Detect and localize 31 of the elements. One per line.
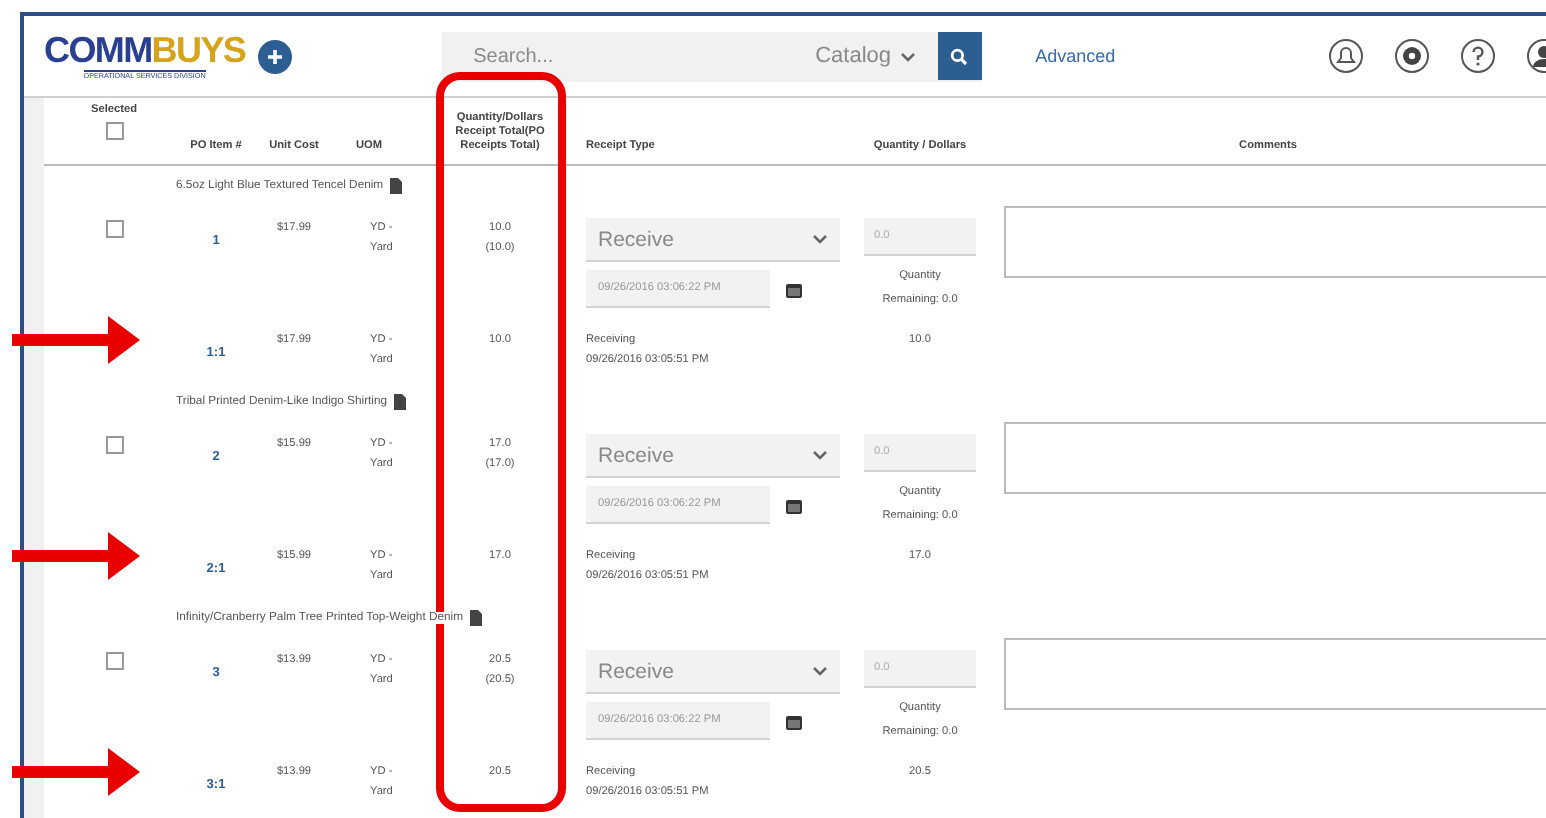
calendar-icon[interactable] [786, 713, 802, 729]
receipt-type-dropdown[interactable]: Receive [586, 434, 840, 478]
catalog-dropdown[interactable]: Catalog [781, 44, 928, 68]
chevron-down-icon [812, 666, 828, 676]
comments-field[interactable] [1004, 422, 1546, 494]
settings-icon[interactable] [1394, 38, 1430, 74]
select-all-checkbox[interactable] [105, 122, 123, 140]
chevron-down-icon [812, 450, 828, 460]
comments-field[interactable] [1004, 206, 1546, 278]
document-icon [469, 610, 482, 626]
add-button[interactable] [257, 39, 292, 73]
logo-wordmark: COMMBUYS [44, 30, 246, 70]
chevron-down-icon [899, 51, 916, 61]
search-button[interactable] [937, 32, 982, 80]
help-icon[interactable] [1460, 38, 1496, 74]
calendar-icon[interactable] [786, 497, 802, 513]
receipt-type-dropdown[interactable]: Receive [586, 218, 840, 262]
search-field[interactable]: Search... Catalog [441, 31, 982, 81]
advanced-link[interactable]: Advanced [1035, 46, 1116, 66]
row-checkbox[interactable] [105, 436, 123, 454]
search-icon [950, 47, 969, 65]
row-checkbox[interactable] [105, 220, 123, 238]
document-icon [389, 178, 402, 194]
row-checkbox[interactable] [105, 652, 123, 670]
chevron-down-icon [812, 234, 828, 244]
plus-icon [265, 47, 284, 65]
calendar-icon[interactable] [786, 281, 802, 297]
comments-field[interactable] [1004, 638, 1546, 710]
bell-icon[interactable] [1328, 38, 1364, 74]
document-icon [393, 394, 406, 410]
receipt-type-dropdown[interactable]: Receive [586, 650, 840, 694]
